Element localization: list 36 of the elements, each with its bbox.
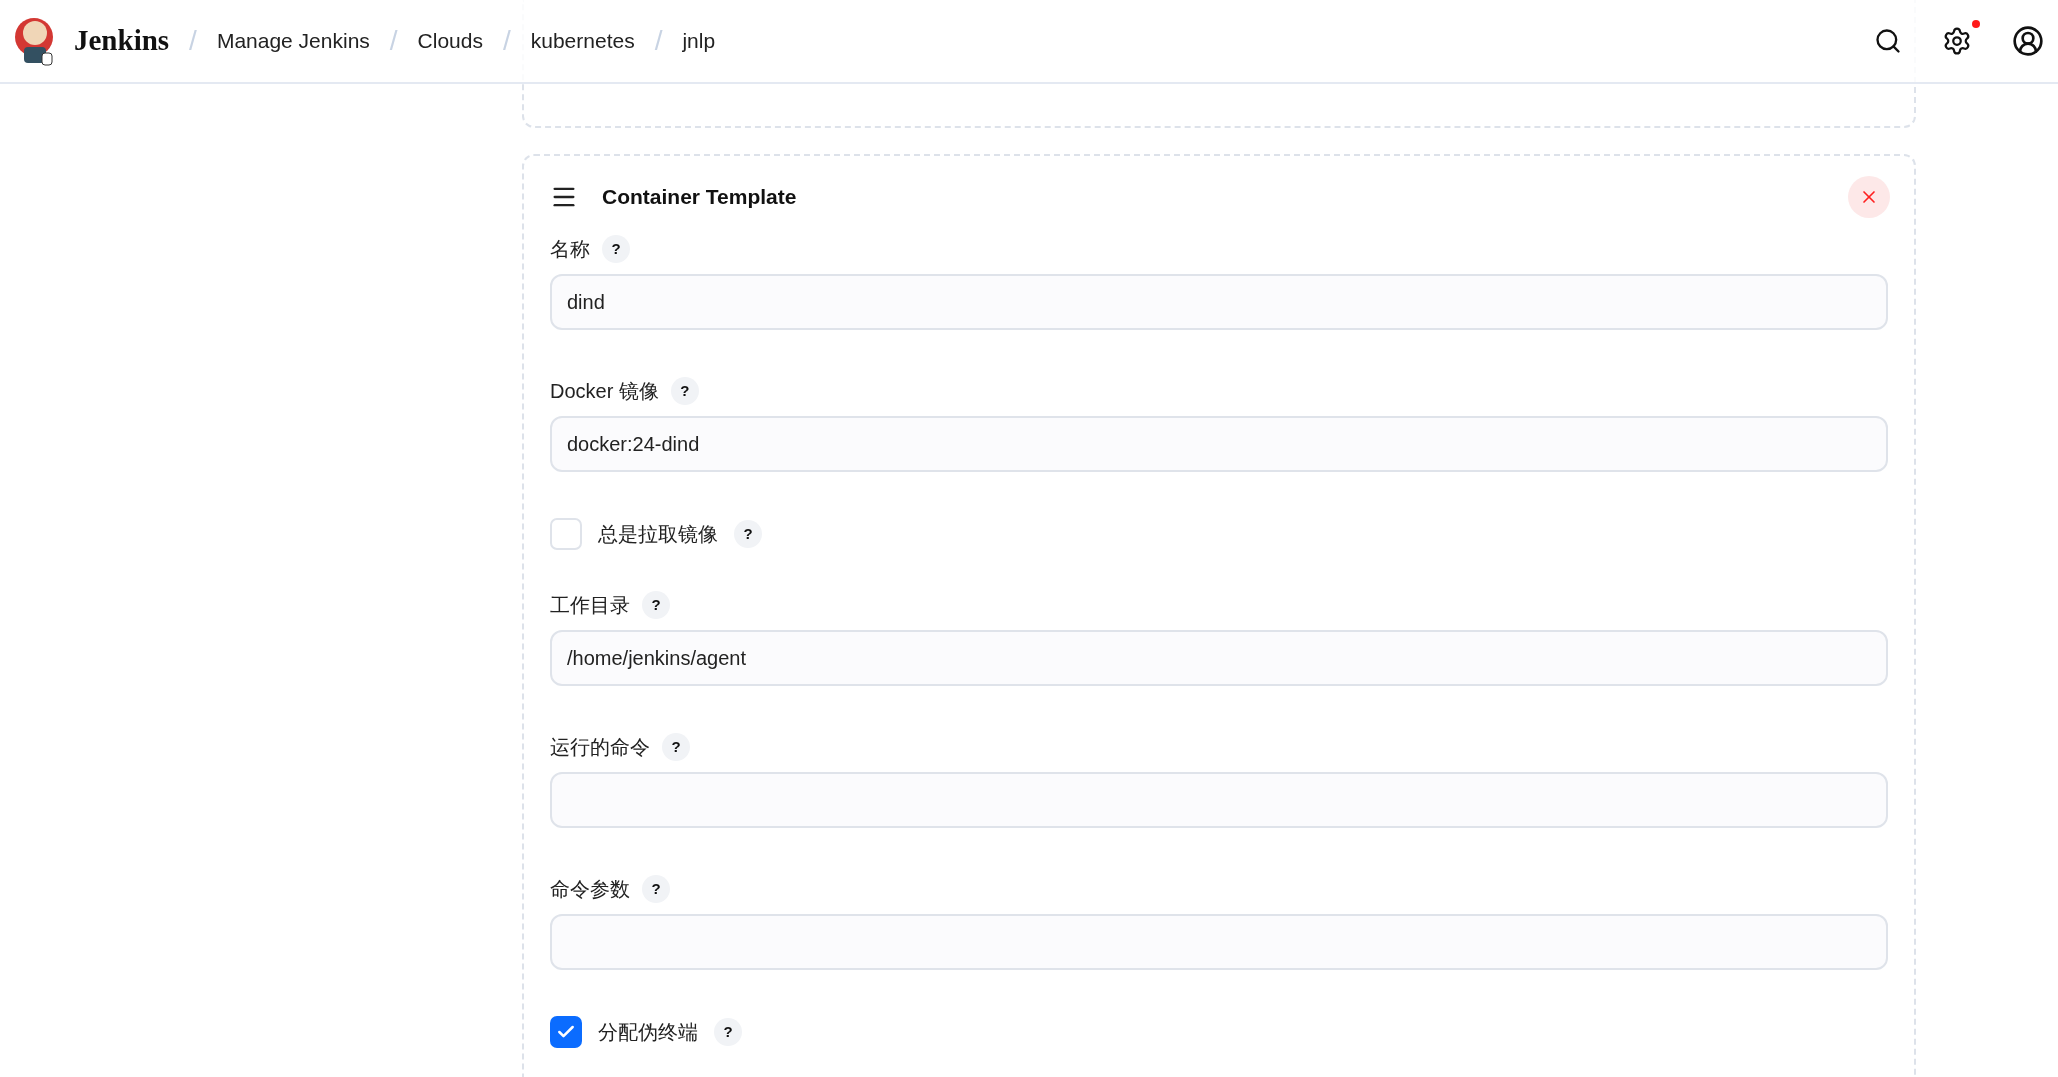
breadcrumb-separator: / xyxy=(654,24,663,58)
breadcrumb-link[interactable]: Manage Jenkins xyxy=(216,25,370,57)
checkbox[interactable] xyxy=(550,1016,582,1048)
section-title: Container Template xyxy=(602,184,798,211)
field-label: Docker 镜像 xyxy=(550,379,659,404)
field-label: 工作目录 xyxy=(550,593,630,618)
settings-icon[interactable] xyxy=(1942,26,1972,56)
help-button[interactable]: ? xyxy=(734,520,762,548)
field-label: 运行的命令 xyxy=(550,735,650,760)
brand-name[interactable]: Jenkins xyxy=(74,19,170,63)
help-button[interactable]: ? xyxy=(602,235,630,263)
help-button[interactable]: ? xyxy=(662,733,690,761)
text-field[interactable] xyxy=(550,914,1888,970)
butler-logo-icon xyxy=(14,15,56,67)
checkbox[interactable] xyxy=(550,518,582,550)
checkbox-label: 分配伪终端 xyxy=(598,1020,698,1045)
field-label: 名称 xyxy=(550,237,590,262)
search-icon[interactable] xyxy=(1874,27,1902,55)
breadcrumb-link[interactable]: jnlp xyxy=(682,25,716,57)
help-button[interactable]: ? xyxy=(642,875,670,903)
checkbox-label: 总是拉取镜像 xyxy=(598,522,718,547)
text-field[interactable] xyxy=(550,772,1888,828)
delete-button[interactable] xyxy=(1848,176,1890,218)
text-field[interactable]: dind xyxy=(550,274,1888,330)
field-label: 命令参数 xyxy=(550,877,630,902)
breadcrumb-separator: / xyxy=(503,24,511,58)
breadcrumb-separator: / xyxy=(389,24,398,58)
breadcrumb-link[interactable]: kubernetes xyxy=(530,25,635,57)
text-field[interactable]: docker:24-dind xyxy=(550,416,1888,472)
help-button[interactable]: ? xyxy=(642,591,670,619)
text-field[interactable]: /home/jenkins/agent xyxy=(550,630,1888,686)
help-button[interactable]: ? xyxy=(670,377,699,405)
account-icon[interactable] xyxy=(2012,25,2044,57)
breadcrumb-link[interactable]: Clouds xyxy=(417,25,483,57)
breadcrumb-separator: / xyxy=(189,24,197,58)
help-button[interactable]: ? xyxy=(714,1018,742,1046)
